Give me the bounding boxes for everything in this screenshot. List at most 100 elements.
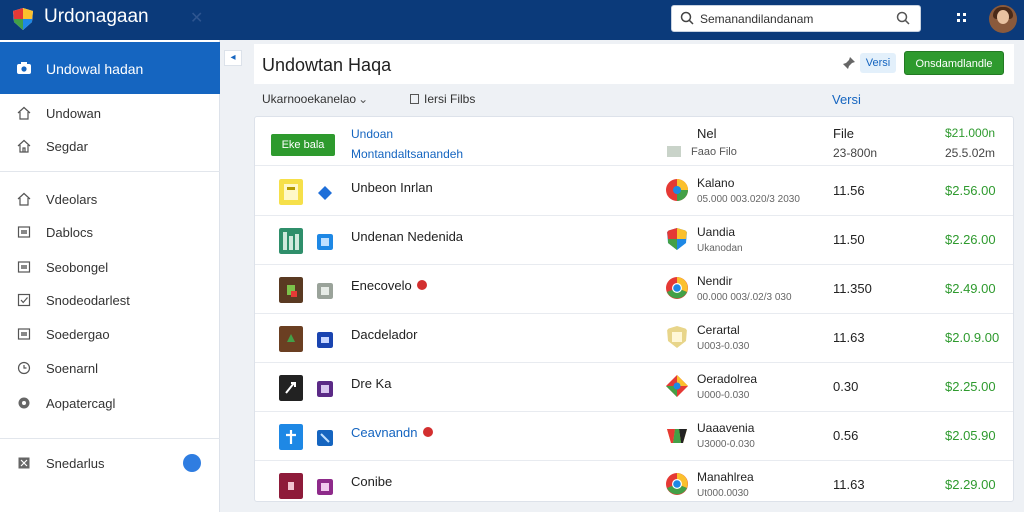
- alert-badge: [416, 280, 427, 290]
- table-row[interactable]: Dre Ka Oeradolrea U000-0.030 0.30 $2.25.…: [255, 363, 1013, 412]
- primary-action-button[interactable]: Onsdamdlandle: [904, 51, 1004, 75]
- app-icon: [279, 375, 303, 401]
- header-link[interactable]: Undoan: [351, 127, 393, 141]
- publisher-name: Uandia: [697, 225, 736, 239]
- status-badge[interactable]: [183, 454, 201, 472]
- page-header: Undowtan Haqa Versi Onsdamdlandle: [254, 44, 1014, 84]
- column-subheader: 25.5.02m: [945, 146, 996, 160]
- publisher-icon: [667, 429, 687, 443]
- avatar[interactable]: [989, 5, 1017, 33]
- column-subheader: 23-800n: [833, 146, 878, 160]
- filter-dropdown[interactable]: Ukarnooekanelao ⌄: [262, 92, 368, 106]
- header-button[interactable]: Eke bala: [271, 134, 335, 156]
- app-icon: [279, 228, 303, 254]
- app-name[interactable]: Dre Ka: [351, 376, 391, 391]
- filter-checkbox[interactable]: Iersi Filbs: [410, 92, 475, 106]
- sidebar: Undowal hadan Undowan Segdar Vdeolars Da…: [0, 40, 220, 512]
- publisher-detail: U000-0.030: [697, 390, 750, 401]
- version-chip[interactable]: Versi: [860, 53, 896, 73]
- search-submit-icon[interactable]: [896, 11, 910, 25]
- sidebar-item-label: Snedarlus: [46, 456, 105, 471]
- table-row[interactable]: Unbeon Inrlan Kalano 05.000 003.020/3 20…: [255, 167, 1013, 216]
- publisher-icon: [666, 179, 688, 201]
- sidebar-item-label: Vdeolars: [46, 192, 98, 207]
- window-icon: [317, 234, 333, 250]
- sidebar-item[interactable]: Dablocs: [0, 217, 220, 247]
- sidebar-item[interactable]: Snedarlus: [0, 448, 220, 478]
- sidebar-item[interactable]: Vdeolars: [0, 184, 220, 214]
- window-icon: [317, 430, 333, 446]
- sidebar-item-label: Segdar: [46, 139, 88, 154]
- app-logo-icon: [13, 8, 33, 30]
- sidebar-item[interactable]: Segdar: [0, 131, 220, 161]
- store-icon: [17, 139, 31, 153]
- sidebar-item-active[interactable]: Undowal hadan: [0, 42, 220, 94]
- chevron-down-icon: ⌄: [358, 92, 369, 106]
- pin-icon[interactable]: [842, 56, 856, 70]
- close-icon[interactable]: ✕: [190, 8, 203, 28]
- sidebar-item[interactable]: Soenarnl: [0, 353, 220, 383]
- sidebar-item[interactable]: Aopatercagl: [0, 388, 220, 418]
- sidebar-item[interactable]: Snodeodarlest: [0, 285, 220, 315]
- publisher-name: Uaaavenia: [697, 421, 755, 435]
- app-name[interactable]: Unbeon Inrlan: [351, 180, 433, 195]
- sidebar-item[interactable]: Seobongel: [0, 252, 220, 282]
- filter-label: Iersi Filbs: [424, 92, 476, 106]
- table-row[interactable]: Ceavnandn Uaaavenia U3000-0.030 0.56 $2.…: [255, 412, 1013, 461]
- sidebar-item[interactable]: Undowan: [0, 98, 220, 128]
- app-icon: [279, 326, 303, 352]
- collapse-sidebar-button[interactable]: ◂: [224, 50, 242, 66]
- top-bar: Urdonagaan ✕ Semanandilandanam: [0, 0, 1024, 40]
- diamond-icon: [318, 186, 332, 200]
- sidebar-item-label: Soedergao: [46, 327, 110, 342]
- sidebar-item-label: Seobongel: [46, 260, 109, 275]
- app-name[interactable]: Ceavnandn: [351, 425, 433, 440]
- publisher-icon: [667, 228, 687, 250]
- table-row[interactable]: Undenan Nedenida Uandia Ukanodan 11.50 $…: [255, 216, 1013, 265]
- filter-label: Ukarnooekanelao: [262, 92, 357, 106]
- publisher-name: Oeradolrea: [697, 372, 758, 386]
- app-name[interactable]: Enecovelo: [351, 278, 427, 293]
- publisher-name: Kalano: [697, 176, 735, 190]
- table-row[interactable]: Dacdelador Cerartal U003-0.030 11.63 $2.…: [255, 314, 1013, 363]
- search-input[interactable]: Semanandilandanam: [671, 5, 921, 32]
- version-value: 11.63: [833, 477, 865, 492]
- price-value: $2.05.90: [945, 428, 996, 443]
- search-value: Semanandilandanam: [700, 12, 814, 26]
- camera-icon: [17, 62, 31, 74]
- publisher-detail: Ukanodan: [697, 243, 743, 254]
- check-icon: [17, 293, 31, 307]
- sidebar-item-label: Undowan: [46, 106, 101, 121]
- version-value: 11.56: [833, 183, 865, 198]
- app-icon: [279, 179, 303, 205]
- version-value: 0.30: [833, 379, 859, 394]
- publisher-name: Cerartal: [697, 323, 740, 337]
- app-name[interactable]: Undenan Nedenida: [351, 229, 463, 244]
- sidebar-item-label: Aopatercagl: [46, 396, 116, 411]
- price-value: $2.49.00: [945, 281, 996, 296]
- sidebar-item-label: Dablocs: [46, 225, 93, 240]
- price-value: $2.26.00: [945, 232, 996, 247]
- publisher-icon: [666, 277, 688, 299]
- price-value: $2.25.00: [945, 379, 996, 394]
- apps-grid-icon[interactable]: [955, 11, 969, 25]
- home-icon: [17, 106, 31, 120]
- app-name[interactable]: Dacdelador: [351, 327, 418, 342]
- version-value: 11.350: [833, 281, 872, 296]
- price-value: $2.29.00: [945, 477, 996, 492]
- app-icon: [279, 424, 303, 450]
- versi-link[interactable]: Versi: [832, 92, 861, 107]
- sidebar-item-label: Undowal hadan: [46, 61, 144, 77]
- file-icon: [667, 146, 681, 157]
- column-header: Nel: [697, 126, 717, 141]
- page-title: Undowtan Haqa: [262, 55, 392, 75]
- table-row[interactable]: Conibe Manahlrea Ut000.0030 11.63 $2.29.…: [255, 461, 1013, 510]
- publisher-icon: [667, 326, 687, 348]
- window-icon: [317, 332, 333, 348]
- app-name[interactable]: Conibe: [351, 474, 392, 489]
- window-icon: [317, 381, 333, 397]
- table-row[interactable]: Enecovelo Nendir 00.000 003/.02/3 030 11…: [255, 265, 1013, 314]
- window-icon: [317, 283, 333, 299]
- header-sublink[interactable]: Montandaltsanandeh: [351, 147, 463, 161]
- sidebar-item[interactable]: Soedergao: [0, 319, 220, 349]
